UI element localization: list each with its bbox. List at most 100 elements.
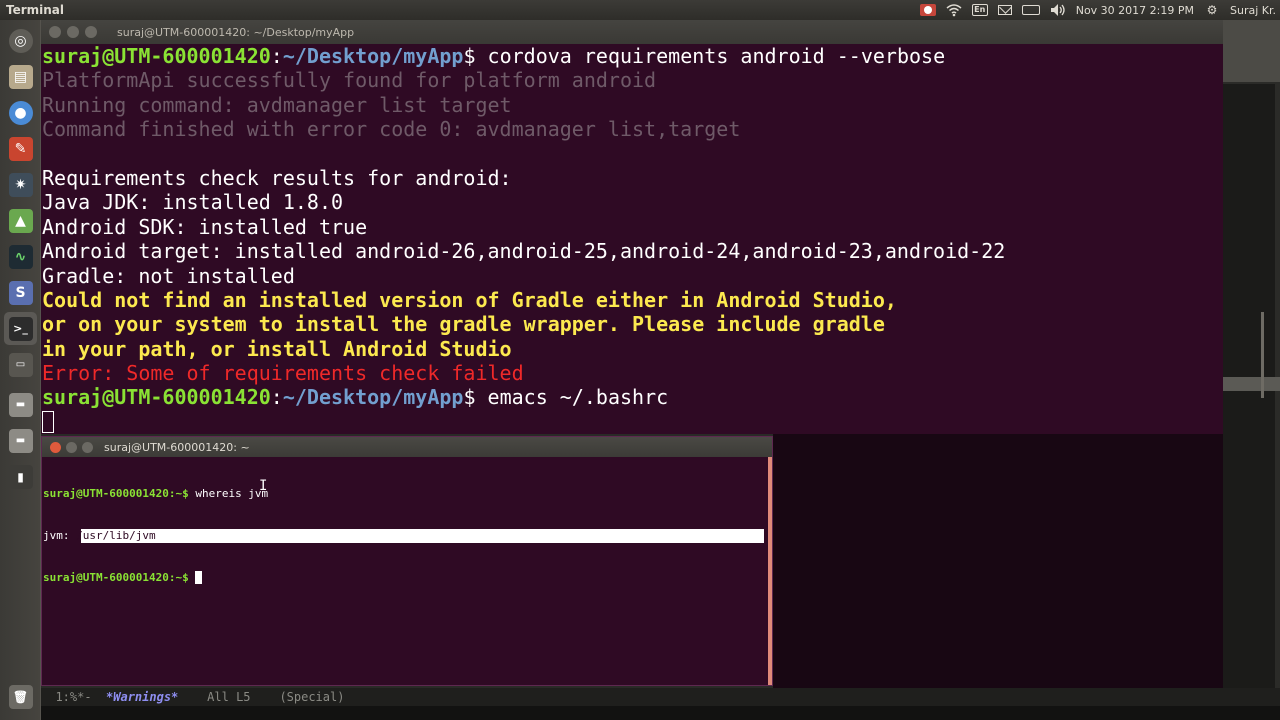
record-icon[interactable] — [919, 4, 936, 16]
prompt: suraj@UTM-600001420:~$ — [43, 487, 196, 500]
app-title: Terminal — [6, 3, 65, 17]
prompt-dollar: $ — [463, 44, 488, 68]
terminal-line: Android SDK: installed true — [42, 215, 1223, 239]
terminal-line: suraj@UTM-600001420:~/Desktop/myApp$ cor… — [42, 44, 1223, 68]
close-button[interactable] — [49, 26, 61, 38]
terminal-titlebar[interactable]: suraj@UTM-600001420: ~/Desktop/myApp — [41, 20, 1223, 44]
usb-icon[interactable]: ▮ — [4, 460, 37, 493]
terminal-line — [42, 410, 1223, 434]
tools-icon[interactable]: ✎ — [4, 132, 37, 165]
prompt-path: ~/Desktop/myApp — [282, 385, 464, 410]
prompt-separator: : — [270, 385, 283, 410]
text-selection — [81, 529, 764, 543]
top-panel: Terminal En Nov 30 2017 2:19 PM ⚙ Suraj … — [0, 0, 1280, 20]
maximize-button[interactable] — [85, 26, 97, 38]
major-mode: (Special) — [279, 690, 345, 704]
terminal-title-secondary: suraj@UTM-600001420: ~ — [104, 441, 250, 454]
output-text: Requirements check results for android: — [42, 165, 512, 190]
launcher: ◎ ▤ ● ✎ ✷ ▲ ∿ S >_ ▭ ▬ ▬ ▮ 🗑 — [0, 20, 41, 720]
warning-text: in your path, or install Android Studio — [42, 336, 512, 361]
prompt: suraj@UTM-600001420:~$ — [43, 571, 196, 584]
terminal-window-main[interactable]: suraj@UTM-600001420: ~/Desktop/myApp sur… — [41, 20, 1264, 434]
mouse-ibeam-cursor: I — [259, 478, 268, 494]
maximize-button[interactable] — [82, 442, 93, 453]
terminal-line: suraj@UTM-600001420:~$ whereis jvm — [43, 487, 764, 501]
terminal-line: suraj@UTM-600001420:~$ — [43, 571, 764, 585]
drive-icon-2[interactable]: ▬ — [4, 424, 37, 457]
warning-text: or on your system to install the gradle … — [42, 312, 885, 337]
battery-icon[interactable] — [1021, 5, 1040, 15]
terminal-line: Gradle: not installed — [42, 264, 1223, 288]
command-text: emacs ~/.bashrc — [487, 385, 669, 410]
sublime-text-icon[interactable]: S — [4, 276, 37, 309]
terminal-line: Requirements check results for android: — [42, 166, 1223, 190]
mail-icon[interactable] — [997, 5, 1012, 15]
terminal-icon[interactable]: >_ — [4, 312, 37, 345]
minimize-button[interactable] — [67, 26, 79, 38]
terminal-line: or on your system to install the gradle … — [42, 312, 1223, 336]
android-studio-icon[interactable]: ▲ — [4, 204, 37, 237]
wifi-icon[interactable] — [946, 3, 962, 17]
settings-gear-icon[interactable]: ⚙ — [1204, 3, 1220, 17]
emacs-background-buffer — [773, 434, 1223, 688]
command-text: cordova requirements android --verbose — [487, 44, 946, 68]
terminal-line: Error: Some of requirements check failed — [42, 361, 1223, 385]
terminal-line: PlatformApi successfully found for platf… — [42, 68, 1223, 92]
text-cursor — [195, 571, 203, 584]
text-cursor — [42, 410, 54, 433]
output-text: Android target: installed android-26,and… — [42, 239, 1006, 264]
terminal-title: suraj@UTM-600001420: ~/Desktop/myApp — [117, 26, 355, 39]
emacs-modeline: 1:%*- *Warnings* All L5 (Special) — [41, 688, 1280, 706]
terminal-output-secondary[interactable]: suraj@UTM-600001420:~$ whereis jvm jvm: … — [43, 459, 764, 613]
user-name[interactable]: Suraj Kr. — [1230, 4, 1276, 17]
terminal-line: Android target: installed android-26,and… — [42, 239, 1223, 263]
prompt-user: suraj@UTM-600001420 — [42, 385, 271, 410]
terminal-output[interactable]: suraj@UTM-600001420:~/Desktop/myApp$ cor… — [42, 44, 1223, 434]
terminal-scrollbar[interactable] — [1261, 312, 1264, 398]
output-text: Android SDK: installed true — [42, 214, 368, 239]
terminal-line: Running command: avdmanager list target — [42, 93, 1223, 117]
prompt-dollar: $ — [463, 385, 488, 410]
output-text: Running command: avdmanager list target — [42, 92, 512, 117]
minimize-button[interactable] — [66, 442, 77, 453]
keyboard-icon[interactable]: En — [971, 4, 988, 16]
terminal-window-secondary[interactable]: suraj@UTM-600001420: ~ suraj@UTM-6000014… — [41, 436, 773, 686]
device-icon[interactable]: ▭ — [4, 348, 37, 381]
command-text: whereis jvm — [195, 487, 269, 500]
terminal-line: Could not find an installed version of G… — [42, 288, 1223, 312]
network-icon[interactable]: ✷ — [4, 168, 37, 201]
terminal-line: in your path, or install Android Studio — [42, 337, 1223, 361]
chrome-icon[interactable]: ● — [4, 96, 37, 129]
trash-icon[interactable]: 🗑 — [4, 680, 37, 713]
prompt-path: ~/Desktop/myApp — [282, 44, 464, 68]
buffer-name[interactable]: *Warnings* — [106, 690, 178, 704]
prompt-separator: : — [270, 44, 283, 68]
output-text: Command finished with error code 0: avdm… — [42, 117, 741, 142]
background-selection — [1223, 377, 1280, 391]
output-text: Gradle: not installed — [42, 263, 295, 288]
files-icon[interactable]: ▤ — [4, 60, 37, 93]
dash-home-icon[interactable]: ◎ — [4, 24, 37, 57]
prompt-user: suraj@UTM-600001420 — [42, 44, 271, 68]
selected-path[interactable]: /usr/lib/jvm — [76, 529, 155, 542]
volume-icon[interactable] — [1050, 3, 1066, 17]
system-tray: En Nov 30 2017 2:19 PM ⚙ Suraj Kr. — [919, 2, 1276, 18]
output-text: PlatformApi successfully found for platf… — [42, 68, 657, 93]
output-label: jvm: — [43, 529, 77, 542]
output-text: Java JDK: installed 1.8.0 — [42, 190, 344, 215]
terminal-scrollbar-secondary[interactable] — [768, 457, 772, 685]
warning-text: Could not find an installed version of G… — [42, 287, 897, 312]
terminal-line: suraj@UTM-600001420:~/Desktop/myApp$ ema… — [42, 385, 1223, 409]
close-button[interactable] — [50, 442, 61, 453]
terminal-line: Command finished with error code 0: avdm… — [42, 117, 1223, 141]
drive-icon[interactable]: ▬ — [4, 388, 37, 421]
terminal-line: jvm: /usr/lib/jvm — [43, 529, 764, 543]
terminal-titlebar-secondary[interactable]: suraj@UTM-600001420: ~ — [42, 437, 772, 457]
system-monitor-icon[interactable]: ∿ — [4, 240, 37, 273]
modeline-middle: All L5 — [178, 690, 280, 704]
background-window-header — [1223, 20, 1280, 82]
modeline-left: 1:%*- — [41, 690, 107, 704]
datetime[interactable]: Nov 30 2017 2:19 PM — [1076, 4, 1194, 17]
error-text: Error: Some of requirements check failed — [42, 361, 524, 386]
terminal-line: Java JDK: installed 1.8.0 — [42, 190, 1223, 214]
